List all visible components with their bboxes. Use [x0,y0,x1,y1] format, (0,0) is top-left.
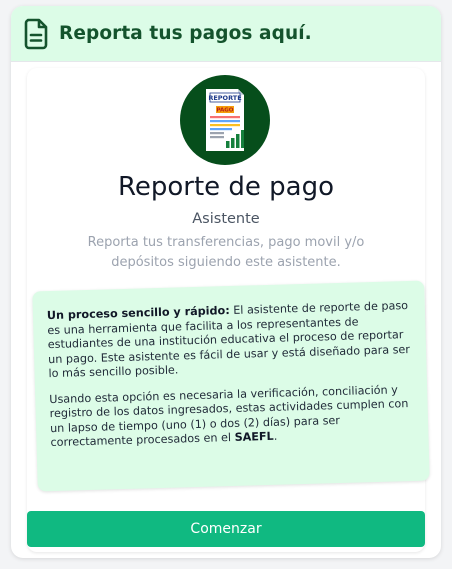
info-text-2: Usando esta opción es necesaria la verif… [49,382,409,450]
wizard-panel: REPORTE PAGO Reporte de pago Asistente R… [27,68,430,552]
institution-name: SAEFL [234,429,274,444]
header-title: Reporta tus pagos aquí. [59,23,312,44]
info-paragraph-1: Un proceso sencillo y rápido: El asisten… [47,299,411,382]
card-header: Reporta tus pagos aquí. [11,6,441,62]
logo-pago-text: PAGO [217,108,234,114]
document-icon [23,17,49,51]
report-card: Reporta tus pagos aquí. REPORTE PAGO Rep… [11,6,441,558]
page-title: Reporte de pago [117,172,335,202]
info-paragraph-2: Usando esta opción es necesaria la verif… [49,382,412,450]
info-text-end: . [273,429,278,443]
report-document-icon: REPORTE PAGO [206,89,244,151]
page-subtitle: Asistente [192,211,260,227]
logo-report-text: REPORTE [208,94,241,102]
report-logo: REPORTE PAGO [180,75,270,165]
info-note: Un proceso sencillo y rápido: El asisten… [32,280,430,492]
begin-button[interactable]: Comenzar [27,511,425,547]
page-description: Reporta tus transferencias, pago movil y… [87,235,365,270]
